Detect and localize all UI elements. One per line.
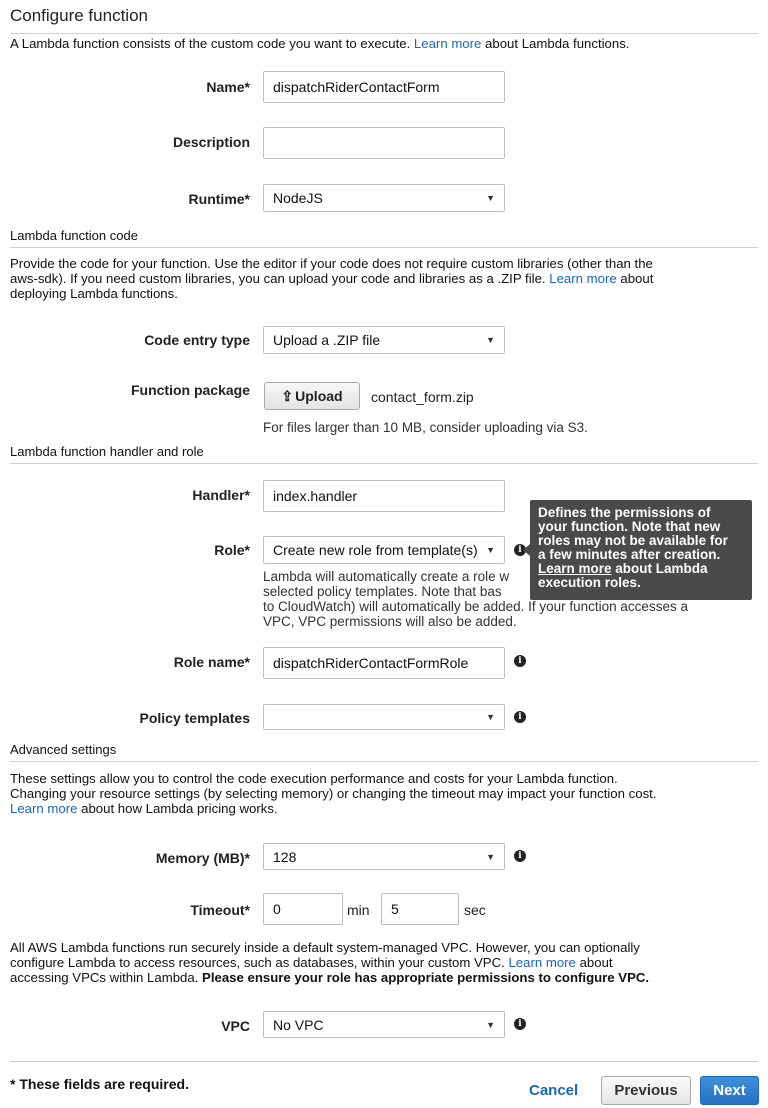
divider [10, 761, 758, 762]
role-label: Role* [214, 542, 250, 558]
policy-templates-label: Policy templates [139, 710, 251, 726]
role-name-label: Role name* [173, 654, 250, 670]
divider [10, 33, 758, 34]
runtime-label: Runtime* [188, 191, 250, 207]
advanced-description: These settings allow you to control the … [10, 771, 657, 816]
vpc-select[interactable]: No VPC ▼ [263, 1011, 505, 1038]
function-package-label: Function package [130, 382, 250, 398]
upload-icon: ⇪ [281, 387, 294, 404]
memory-select[interactable]: 128 ▼ [263, 843, 505, 870]
section-title-code: Lambda function code [10, 228, 138, 243]
vpc-description: All AWS Lambda functions run securely in… [10, 940, 650, 985]
code-entry-type-label: Code entry type [144, 332, 250, 348]
info-icon[interactable]: i [514, 1018, 526, 1030]
configure-function-page: Configure function A Lambda function con… [0, 0, 768, 1108]
policy-templates-select[interactable]: ▼ [263, 704, 505, 730]
description-label: Description [172, 134, 250, 150]
memory-label: Memory (MB)* [155, 850, 250, 866]
learn-more-link[interactable]: Learn more [414, 36, 481, 51]
chevron-down-icon: ▼ [486, 335, 495, 345]
handler-label: Handler* [192, 487, 250, 503]
learn-more-link[interactable]: Learn more [10, 801, 77, 816]
minutes-unit: min [347, 902, 370, 918]
name-label: Name* [206, 79, 250, 95]
divider [10, 463, 758, 464]
role-select[interactable]: Create new role from template(s) ▼ [263, 536, 505, 564]
runtime-select[interactable]: NodeJS ▼ [263, 184, 505, 212]
seconds-unit: sec [464, 902, 486, 918]
tooltip-learn-more-link[interactable]: Learn more [538, 561, 612, 576]
intro-text: A Lambda function consists of the custom… [10, 36, 630, 51]
next-button[interactable]: Next [700, 1076, 759, 1105]
learn-more-link[interactable]: Learn more [549, 271, 616, 286]
code-description: Provide the code for your function. Use … [10, 256, 654, 301]
handler-input[interactable]: index.handler [263, 480, 505, 512]
required-fields-note: * These fields are required. [10, 1076, 189, 1092]
section-title-advanced: Advanced settings [10, 742, 117, 757]
name-input[interactable]: dispatchRiderContactForm [263, 71, 505, 103]
vpc-label: VPC [221, 1018, 250, 1034]
tooltip-arrow [523, 544, 530, 556]
chevron-down-icon: ▼ [486, 545, 495, 555]
timeout-label: Timeout* [190, 902, 250, 918]
role-name-input[interactable]: dispatchRiderContactFormRole [263, 647, 505, 679]
vpc-permissions-warning: Please ensure your role has appropriate … [202, 970, 650, 985]
timeout-minutes-input[interactable]: 0 [263, 893, 343, 925]
chevron-down-icon: ▼ [486, 712, 495, 722]
section-title-handler-role: Lambda function handler and role [10, 444, 204, 459]
upload-size-hint: For files larger than 10 MB, consider up… [263, 420, 588, 435]
info-icon[interactable]: i [514, 850, 526, 862]
code-entry-type-select[interactable]: Upload a .ZIP file ▼ [263, 326, 505, 354]
info-icon[interactable]: i [514, 655, 526, 667]
chevron-down-icon: ▼ [486, 193, 495, 203]
learn-more-link[interactable]: Learn more [508, 955, 575, 970]
description-input[interactable] [263, 127, 505, 159]
upload-button[interactable]: ⇪ Upload [264, 382, 360, 410]
chevron-down-icon: ▼ [486, 1019, 495, 1030]
page-title: Configure function [10, 6, 148, 25]
info-icon[interactable]: i [514, 711, 526, 723]
role-tooltip: Defines the permissions of your function… [530, 500, 752, 600]
file-name: contact_form.zip [371, 389, 474, 405]
timeout-seconds-input[interactable]: 5 [381, 893, 459, 925]
divider [10, 247, 758, 248]
divider [10, 1061, 758, 1062]
chevron-down-icon: ▼ [486, 851, 495, 862]
previous-button[interactable]: Previous [601, 1076, 691, 1105]
cancel-button[interactable]: Cancel [529, 1082, 578, 1099]
